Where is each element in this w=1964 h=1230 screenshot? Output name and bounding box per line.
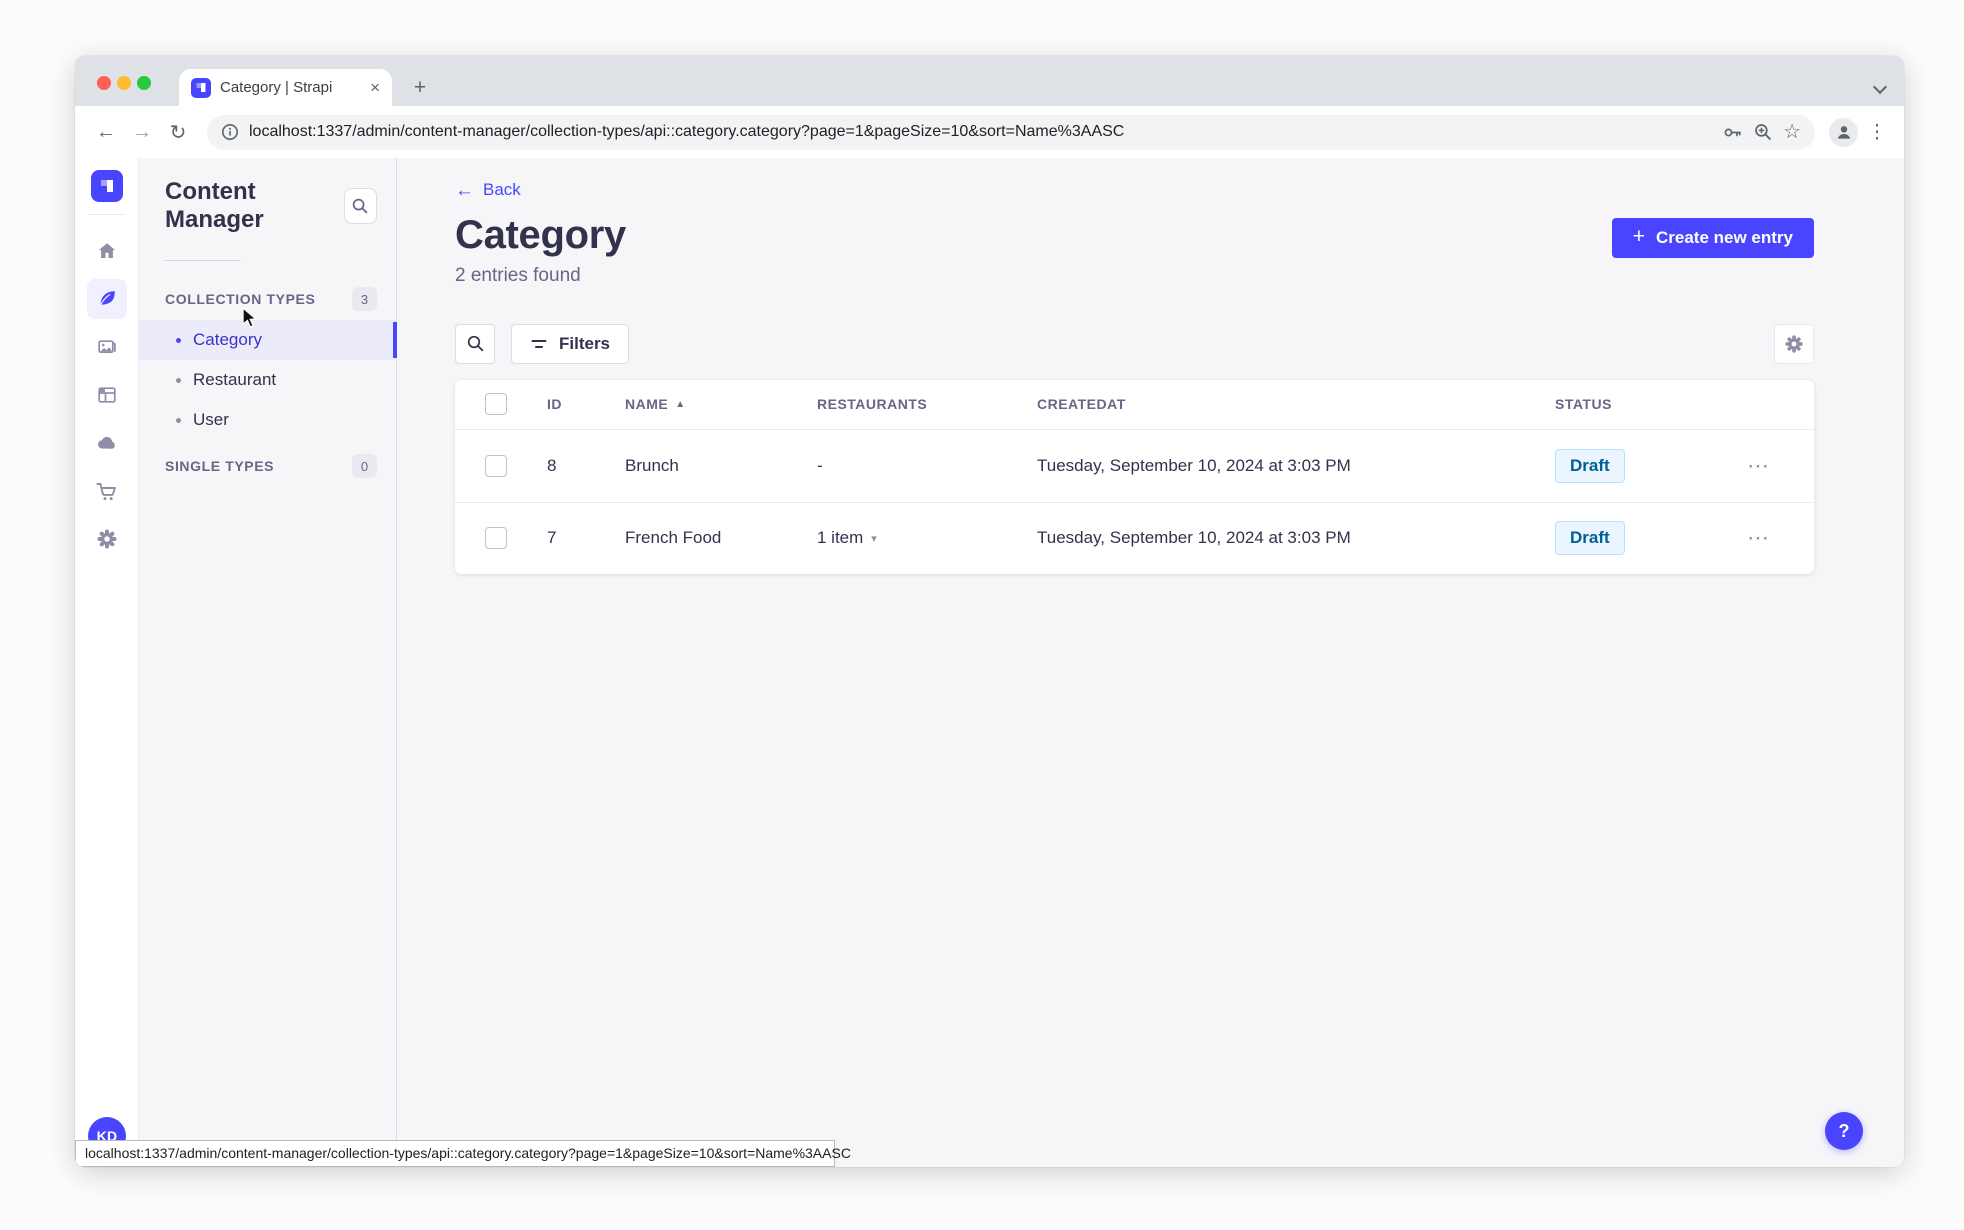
subnav-divider [165,260,241,261]
filters-label: Filters [559,333,611,353]
collection-types-count-badge: 3 [352,287,377,311]
caret-down-icon: ▾ [871,532,877,545]
status-badge: Draft [1555,448,1625,483]
main-content: ← Back Category + Create new entry 2 ent… [397,158,1904,1167]
page-info-icon[interactable] [221,123,239,141]
view-settings-button[interactable] [1774,323,1814,364]
status-badge: Draft [1555,521,1625,555]
create-new-entry-label: Create new entry [1656,227,1793,247]
bookmark-star-icon[interactable]: ☆ [1783,122,1801,142]
column-header-status[interactable]: STATUS [1555,396,1747,412]
cell-id: 7 [547,528,557,547]
row-checkbox[interactable] [485,527,507,549]
table-row[interactable]: 8 Brunch - Tuesday, September 10, 2024 a… [455,430,1814,502]
cloud-icon[interactable] [87,423,127,463]
back-link[interactable]: ← Back [455,180,521,200]
cell-name: Brunch [625,455,679,475]
tab-title: Category | Strapi [220,79,333,96]
minimize-window-button[interactable] [117,76,131,90]
plus-icon: + [1632,225,1645,248]
sidebar-item-user[interactable]: User [139,400,396,440]
link-preview-statusbar: localhost:1337/admin/content-manager/col… [75,1140,851,1167]
sidebar-item-restaurant[interactable]: Restaurant [139,360,396,400]
create-new-entry-button[interactable]: + Create new entry [1611,217,1814,258]
zoom-icon[interactable] [1753,122,1773,142]
entries-table: ID NAME ▲ RESTAURANTS CREATEDAT STATUS 8… [455,379,1814,574]
cell-restaurants: - [817,455,823,475]
tab-search-chevron-icon[interactable] [1874,81,1886,93]
cell-restaurants-expand[interactable]: 1 item ▾ [817,528,1037,548]
search-button[interactable] [455,323,495,364]
browser-profile-avatar[interactable] [1829,117,1858,147]
address-bar[interactable]: localhost:1337/admin/content-manager/col… [207,114,1815,150]
single-types-count-badge: 0 [352,454,377,478]
content-type-builder-icon[interactable] [87,375,127,415]
sort-ascending-icon[interactable]: ▲ [675,399,685,410]
rail-divider [87,214,126,215]
close-tab-icon[interactable]: × [368,78,382,98]
select-all-checkbox[interactable] [485,393,507,415]
new-tab-button[interactable]: + [405,73,435,103]
sidebar-item-label: Category [193,330,262,349]
strapi-logo[interactable] [90,170,123,202]
subnav-search-button[interactable] [343,188,377,224]
single-types-label: SINGLE TYPES [165,458,275,474]
filter-icon [531,339,547,348]
home-icon[interactable] [87,231,127,271]
row-checkbox[interactable] [485,454,507,477]
help-button[interactable]: ? [1825,1112,1863,1150]
main-nav-rail: KD [75,158,139,1167]
entries-count: 2 entries found [455,264,581,286]
reload-button[interactable]: ↻ [161,115,195,149]
content-manager-icon[interactable] [86,279,127,319]
bullet-icon [176,377,181,383]
window-controls [97,76,151,90]
strapi-favicon-icon [191,77,211,98]
content-manager-subnav: Content Manager COLLECTION TYPES 3 Categ… [139,158,397,1167]
column-header-name[interactable]: NAME ▲ [625,396,817,412]
back-label: Back [483,180,521,199]
table-row[interactable]: 7 French Food 1 item ▾ Tuesday, Septembe… [455,501,1814,574]
back-button[interactable]: ← [89,115,123,149]
media-library-icon[interactable] [87,327,127,367]
strapi-admin-app: KD Content Manager COLLECTION TYPES 3 Ca… [75,158,1904,1167]
subnav-title: Content Manager [165,178,264,233]
browser-toolbar: ← → ↻ localhost:1337/admin/content-manag… [75,106,1904,158]
browser-menu-icon[interactable]: ⋮ [1864,117,1890,147]
forward-button[interactable]: → [125,115,159,149]
sidebar-item-category[interactable]: Category [139,320,397,360]
cell-id: 8 [547,455,557,475]
collection-types-label: COLLECTION TYPES [165,291,316,307]
browser-window: Category | Strapi × + ← → ↻ localhost:13… [75,56,1904,1167]
page-title: Category [455,212,626,257]
settings-gear-icon[interactable] [87,519,127,559]
marketplace-cart-icon[interactable] [87,471,127,511]
column-header-id[interactable]: ID [547,396,625,412]
close-window-button[interactable] [97,76,111,90]
table-header-row: ID NAME ▲ RESTAURANTS CREATEDAT STATUS [455,380,1814,430]
cell-createdat: Tuesday, September 10, 2024 at 3:03 PM [1037,528,1351,547]
browser-tab-strip: Category | Strapi × + [75,56,1904,106]
cell-name: French Food [625,528,722,547]
sidebar-item-label: User [193,410,229,429]
column-header-createdat[interactable]: CREATEDAT [1037,396,1555,412]
cell-createdat: Tuesday, September 10, 2024 at 3:03 PM [1037,455,1351,475]
url-text[interactable]: localhost:1337/admin/content-manager/col… [249,123,1712,141]
column-header-restaurants[interactable]: RESTAURANTS [817,396,1037,412]
password-manager-icon[interactable] [1722,122,1743,143]
bullet-icon [176,417,181,423]
sidebar-item-label: Restaurant [193,370,277,389]
browser-tab[interactable]: Category | Strapi × [179,69,392,106]
filters-button[interactable]: Filters [511,323,630,364]
fullscreen-window-button[interactable] [137,76,151,90]
back-arrow-icon: ← [455,179,474,201]
bullet-icon [176,337,181,343]
